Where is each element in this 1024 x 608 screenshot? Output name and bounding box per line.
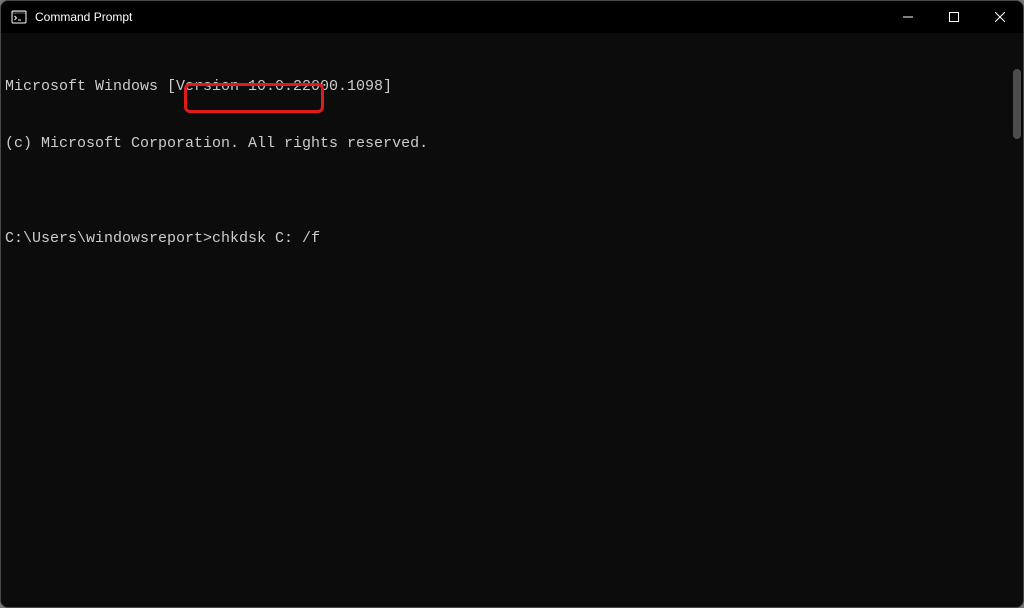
entered-command[interactable]: chkdsk C: /f — [212, 229, 320, 248]
window-title: Command Prompt — [35, 10, 132, 24]
app-icon — [11, 9, 27, 25]
terminal-output: Microsoft Windows [Version 10.0.22000.10… — [5, 39, 1019, 286]
copyright-line: (c) Microsoft Corporation. All rights re… — [5, 134, 1019, 153]
terminal-client-area[interactable]: Microsoft Windows [Version 10.0.22000.10… — [1, 33, 1023, 607]
maximize-button[interactable] — [931, 1, 977, 33]
prompt-line: C:\Users\windowsreport>chkdsk C: /f — [5, 229, 1019, 248]
command-prompt-window: Command Prompt Microsoft Windows [Versio… — [0, 0, 1024, 608]
version-line: Microsoft Windows [Version 10.0.22000.10… — [5, 77, 1019, 96]
minimize-button[interactable] — [885, 1, 931, 33]
close-button[interactable] — [977, 1, 1023, 33]
titlebar[interactable]: Command Prompt — [1, 1, 1023, 33]
scrollbar-thumb[interactable] — [1013, 69, 1021, 139]
scrollbar-track[interactable] — [1009, 67, 1021, 607]
close-icon — [995, 12, 1005, 22]
prompt-text: C:\Users\windowsreport> — [5, 230, 212, 247]
minimize-icon — [903, 12, 913, 22]
maximize-icon — [949, 12, 959, 22]
